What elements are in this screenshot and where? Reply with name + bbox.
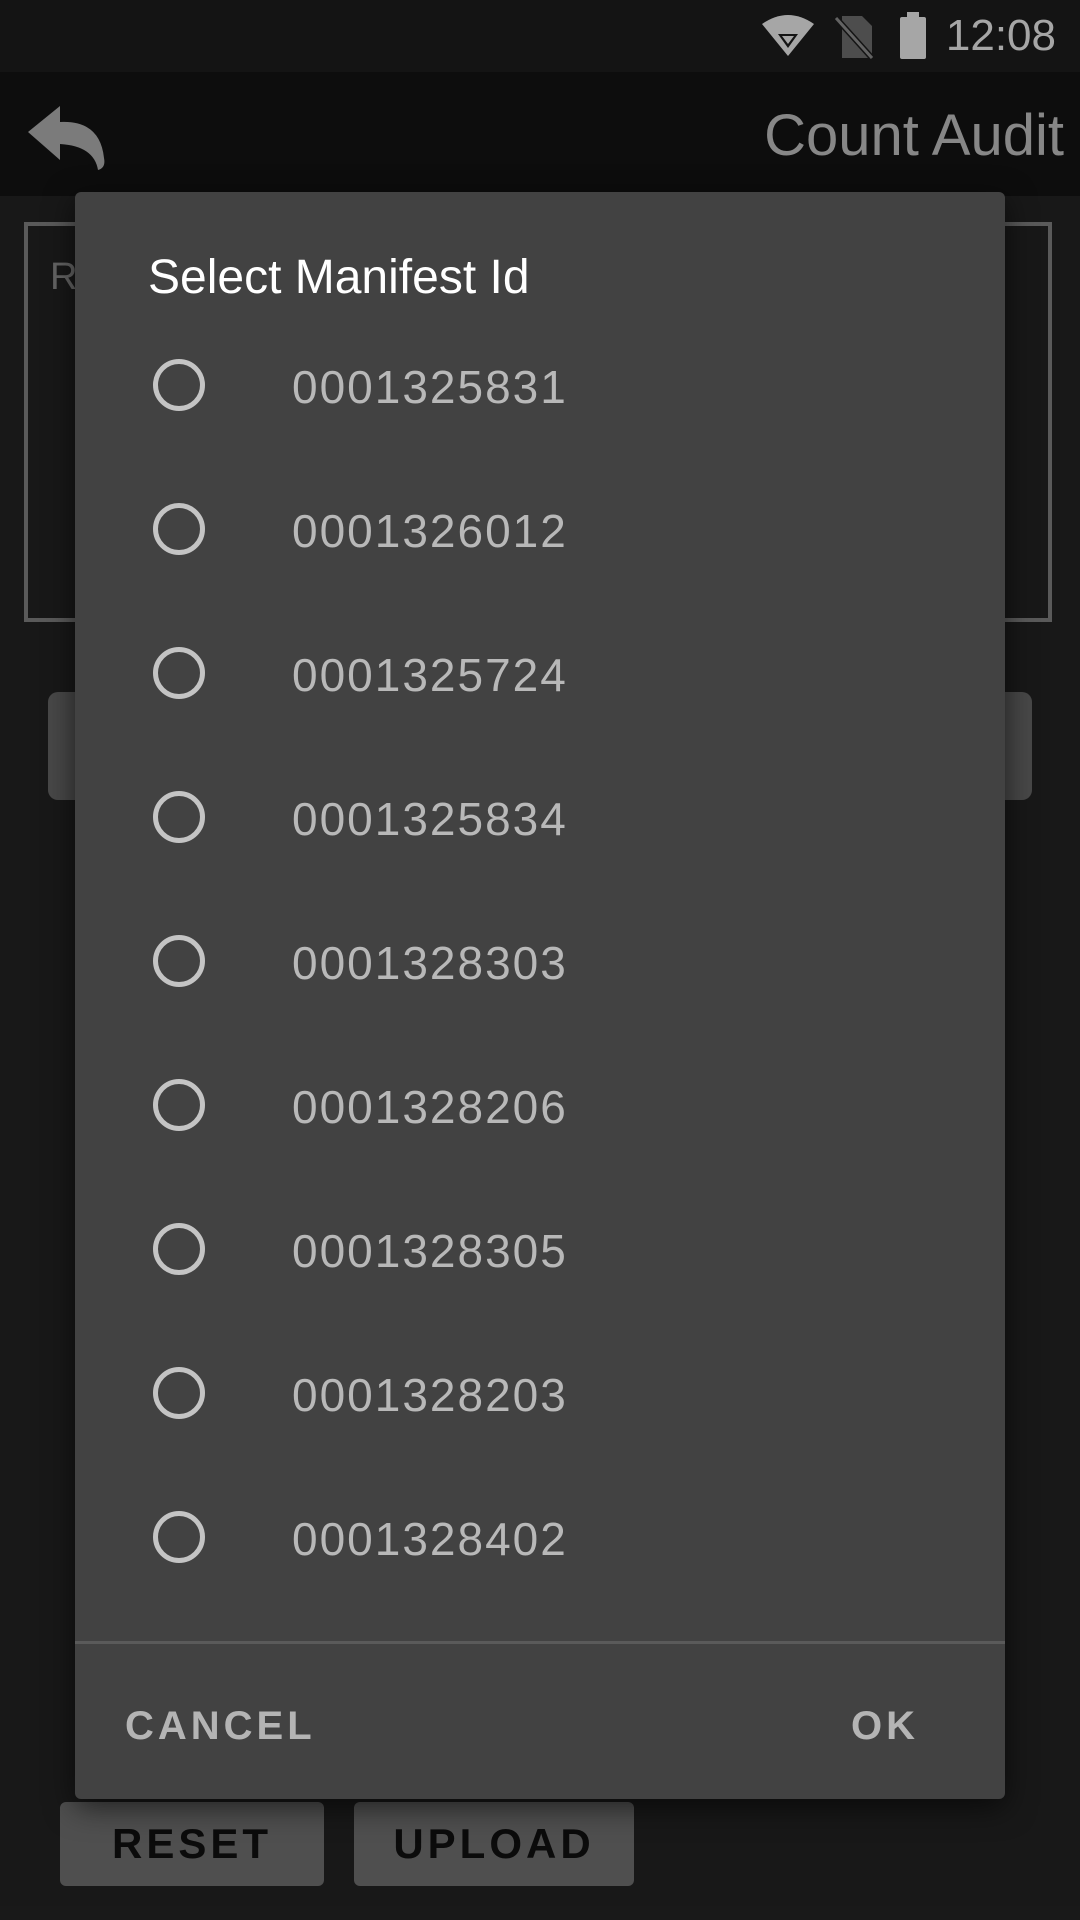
- manifest-option[interactable]: 0001328206: [75, 1036, 1005, 1180]
- radio-button[interactable]: [153, 1511, 205, 1563]
- manifest-option-label: 0001325724: [292, 649, 568, 701]
- manifest-option[interactable]: 0001325831: [75, 316, 1005, 460]
- manifest-option[interactable]: 0001328303: [75, 892, 1005, 1036]
- manifest-option[interactable]: 0001325724: [75, 604, 1005, 748]
- radio-button[interactable]: [153, 1223, 205, 1275]
- manifest-option-label: 0001325834: [292, 793, 568, 845]
- manifest-option-label: 0001328206: [292, 1081, 568, 1133]
- manifest-option-label: 0001328303: [292, 937, 568, 989]
- manifest-option-label: 0001328203: [292, 1369, 568, 1421]
- manifest-option[interactable]: 0001328305: [75, 1180, 1005, 1324]
- radio-button[interactable]: [153, 1079, 205, 1131]
- select-manifest-dialog: Select Manifest Id 0001325831 0001326012…: [75, 192, 1005, 1799]
- manifest-option[interactable]: 0001328402: [75, 1468, 1005, 1612]
- manifest-option-label: 0001328305: [292, 1225, 568, 1277]
- manifest-option[interactable]: 0001325834: [75, 748, 1005, 892]
- manifest-option[interactable]: 0001328203: [75, 1324, 1005, 1468]
- manifest-option-label: 0001325831: [292, 361, 568, 413]
- manifest-option-label: 0001326012: [292, 505, 568, 557]
- radio-button[interactable]: [153, 647, 205, 699]
- radio-button[interactable]: [153, 359, 205, 411]
- radio-button[interactable]: [153, 935, 205, 987]
- dialog-title: Select Manifest Id: [148, 251, 530, 304]
- manifest-option-label: 0001328402: [292, 1513, 568, 1565]
- cancel-button[interactable]: CANCEL: [125, 1704, 316, 1749]
- ok-button[interactable]: OK: [851, 1704, 919, 1749]
- radio-button[interactable]: [153, 1367, 205, 1419]
- dialog-divider: [75, 1641, 1005, 1644]
- manifest-option-list: 0001325831 0001326012 0001325724 0001325…: [75, 316, 1005, 1612]
- radio-button[interactable]: [153, 503, 205, 555]
- manifest-option[interactable]: 0001326012: [75, 460, 1005, 604]
- radio-button[interactable]: [153, 791, 205, 843]
